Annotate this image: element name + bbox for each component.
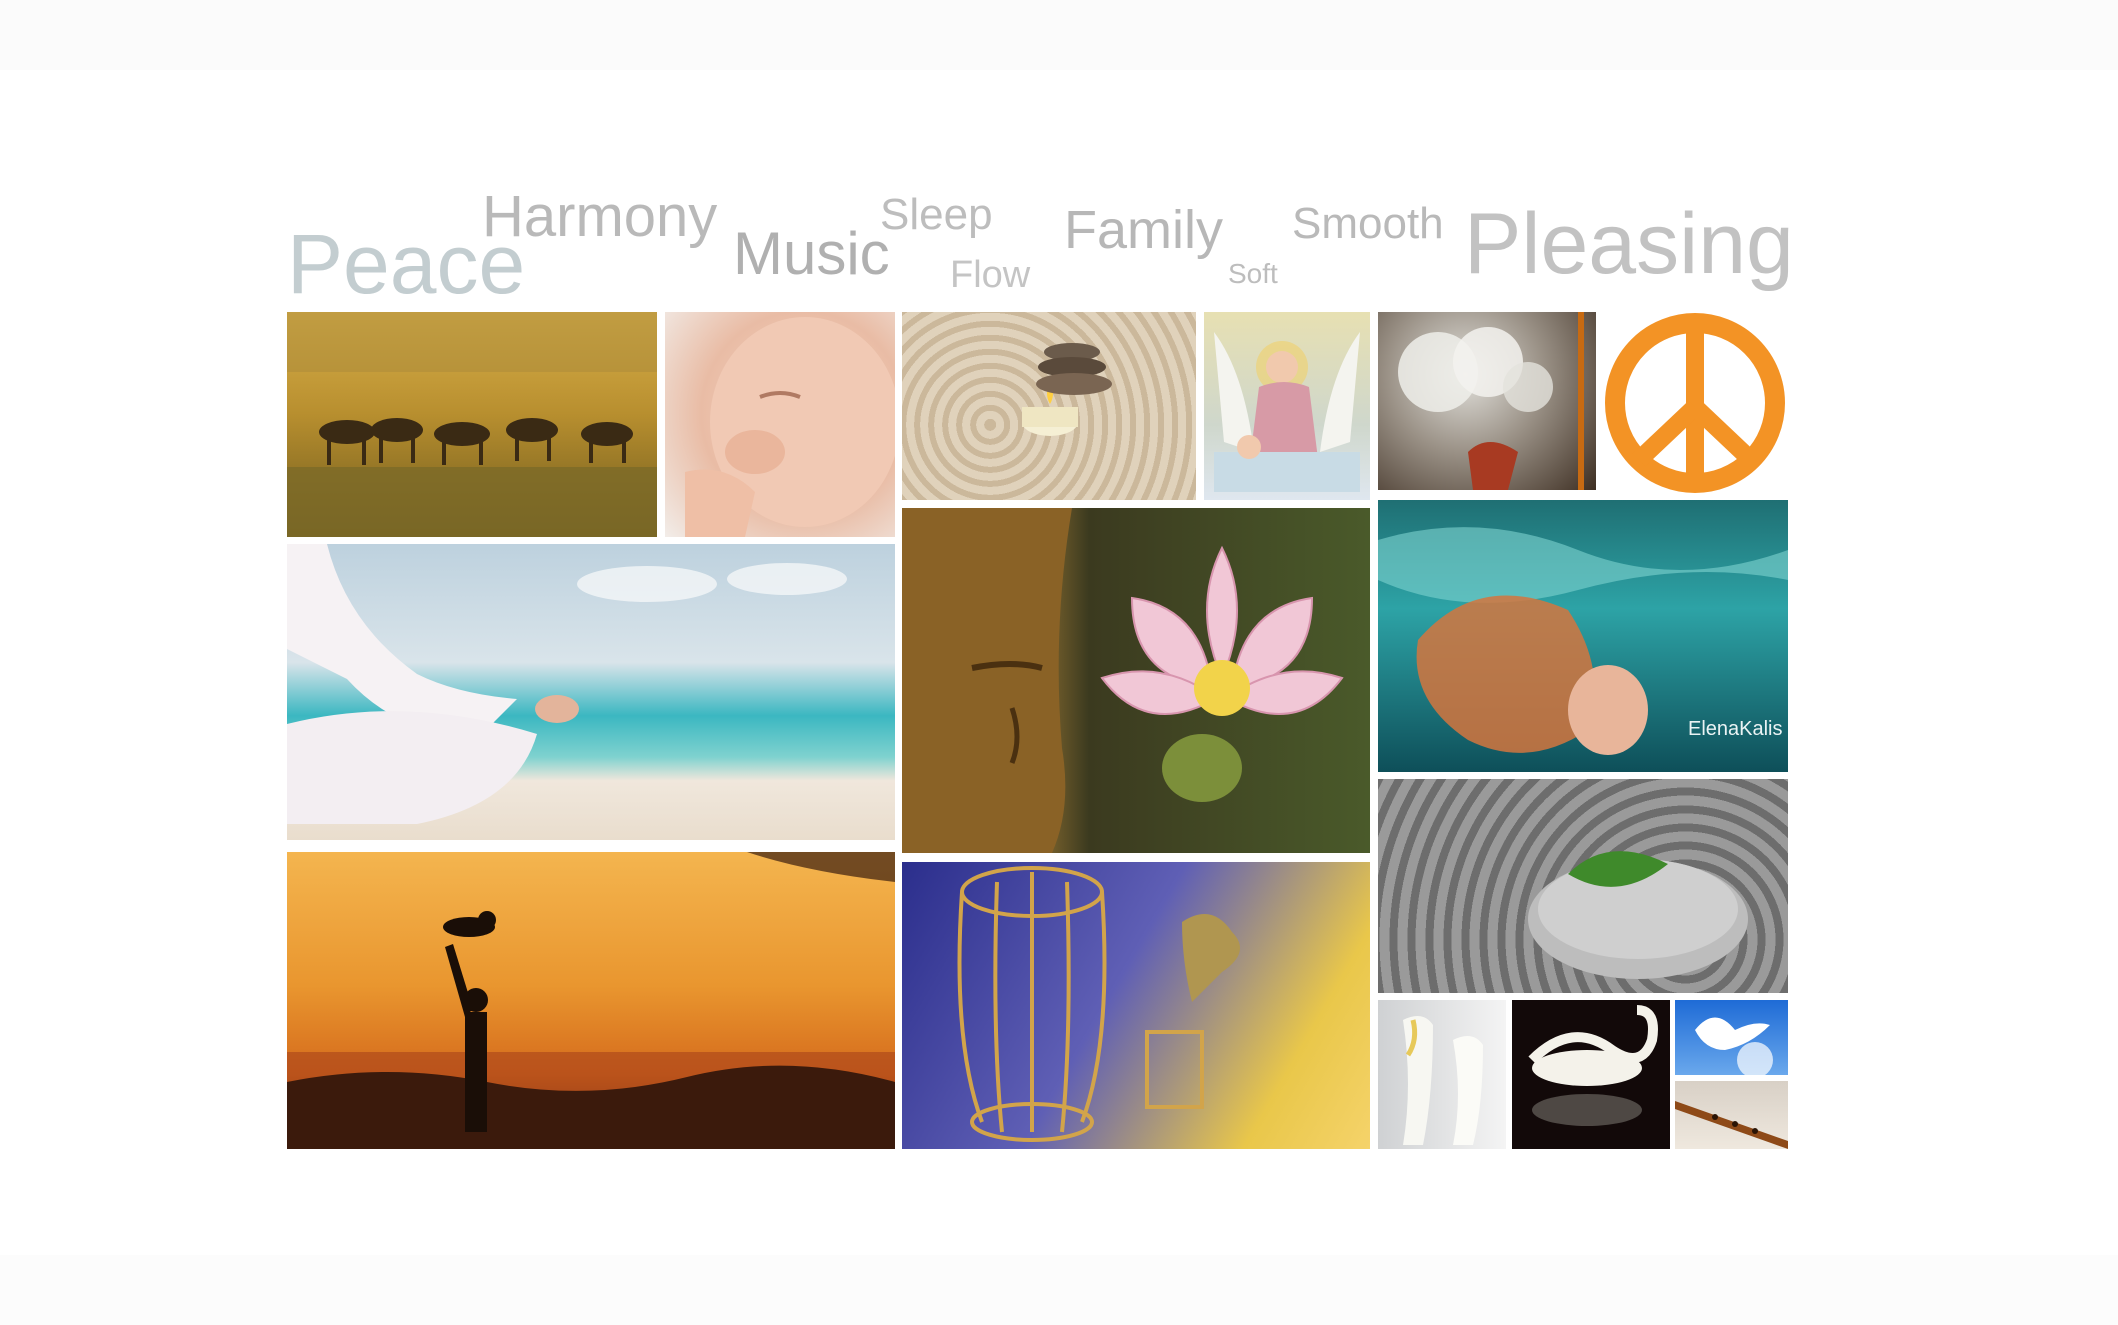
word-sleep: Sleep [880,190,993,239]
buddha-lotus-photo [902,508,1370,853]
white-swan-photo [1512,1000,1670,1149]
zen-stone-leaf-photo [1378,779,1788,993]
smoke-bomb-photo [1378,312,1596,490]
word-smooth: Smooth [1292,199,1444,248]
peace-sign-icon [1602,312,1788,494]
guardian-angel-photo [1204,312,1370,500]
elenakalis-watermark: ElenaKalis [1688,718,1783,740]
top-band [0,0,2118,70]
zen-sand-candle-photo [902,312,1196,500]
father-child-sunset-photo [287,852,895,1149]
deer-in-mist-photo [287,312,657,537]
word-family: Family [1064,200,1223,260]
word-harmony: Harmony [482,184,718,249]
word-pleasing: Pleasing [1464,196,1794,292]
bamboo-flute-photo [1675,1081,1788,1149]
bird-cage-photo [902,862,1370,1149]
underwater-girl-photo: ElenaKalis [1378,500,1788,772]
dove-photo [1675,1000,1788,1075]
word-music: Music [733,220,890,287]
bottom-band [0,1255,2118,1325]
word-soft: Soft [1228,258,1278,289]
sleeping-baby-photo [665,312,895,537]
calla-lily-photo [1378,1000,1506,1149]
word-flow: Flow [950,254,1031,296]
beach-meditation-photo [287,544,895,840]
